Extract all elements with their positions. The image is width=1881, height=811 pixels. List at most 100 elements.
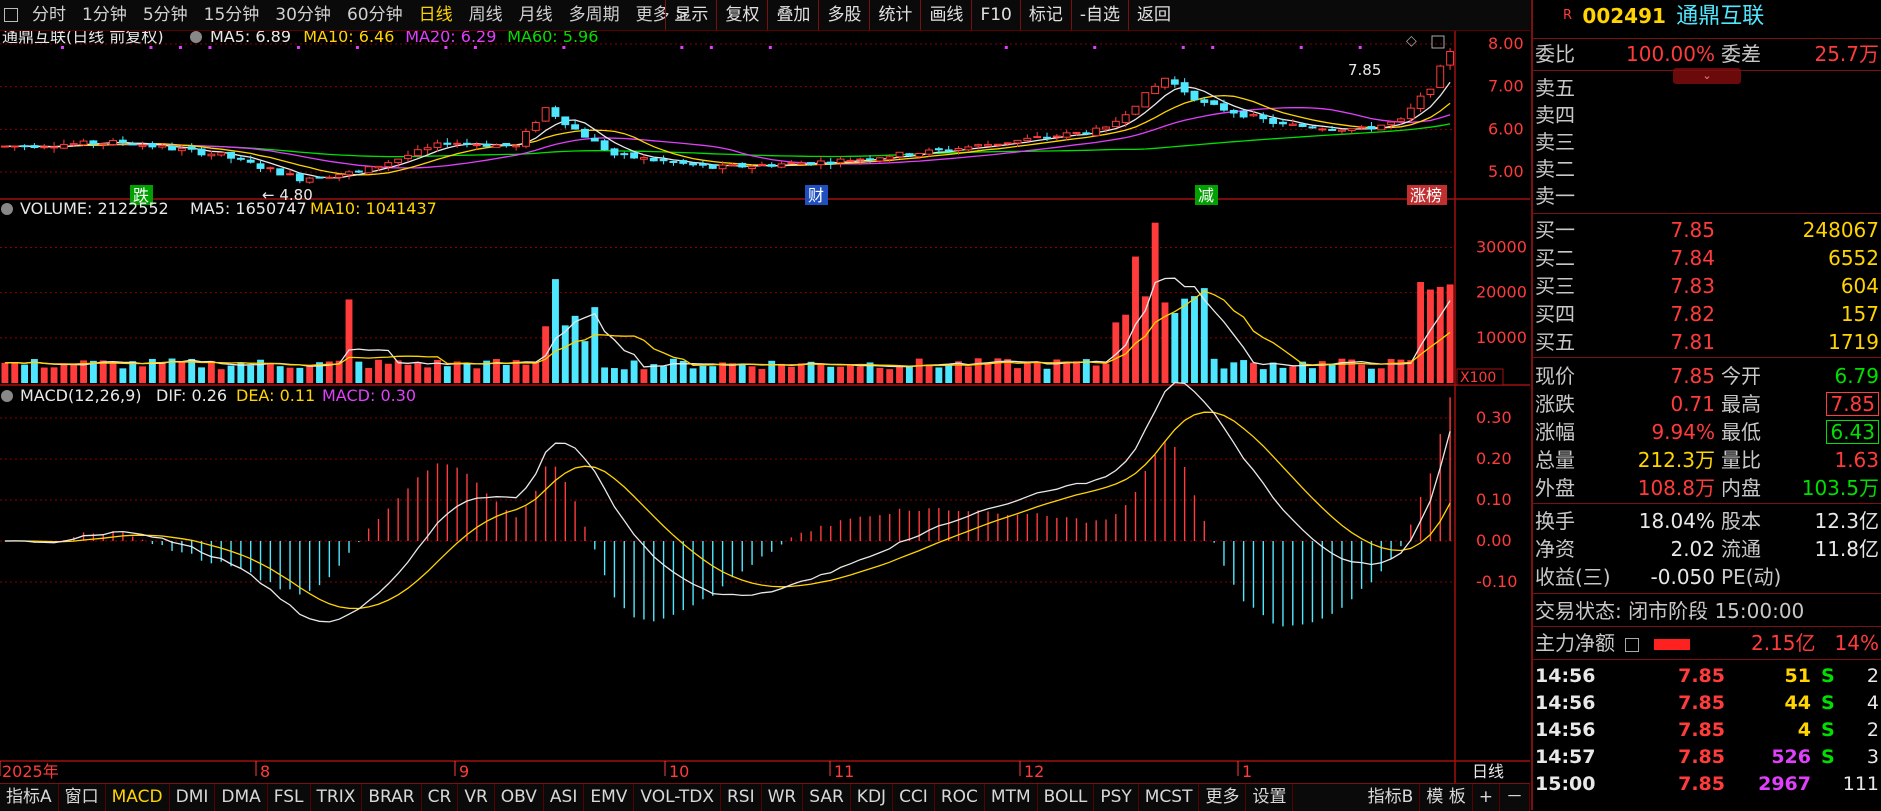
period-tab[interactable]: 30分钟 — [267, 0, 339, 30]
indicator-tab[interactable]: MTM — [985, 784, 1038, 811]
ma-label: MA60: 5.96 — [507, 31, 598, 46]
period-tab[interactable]: 多周期 — [561, 0, 628, 30]
weicha-value: 25.7万 — [1814, 42, 1879, 66]
indicator-tab[interactable]: BRAR — [362, 784, 422, 811]
sell-order-row: 卖一 — [1535, 182, 1881, 210]
candle — [1023, 137, 1032, 142]
indicator-tab[interactable]: 更多 — [1199, 784, 1247, 811]
indicator-b-tab[interactable]: 指标B — [1362, 784, 1421, 811]
candle — [1436, 65, 1445, 89]
tick-time: 14:56 — [1535, 665, 1596, 687]
volume-title: VOLUME: 2122552 — [20, 199, 169, 218]
candle — [128, 143, 137, 146]
stat-row-secondary: 收益(三) -0.050 PE(动) — [1535, 563, 1881, 591]
indicator-tab[interactable]: TRIX — [311, 784, 363, 811]
period-tab[interactable]: 周线 — [461, 0, 511, 30]
volume-bar — [1132, 256, 1139, 383]
indicator-tab[interactable]: DMA — [215, 784, 268, 811]
time-axis-label: 10 — [669, 762, 689, 781]
toolbar-button[interactable]: 标记 — [1019, 0, 1071, 30]
candle — [1092, 127, 1101, 137]
indicator-tab[interactable]: VR — [458, 784, 495, 811]
candle — [246, 159, 255, 163]
toolbar-button[interactable]: F10 — [971, 0, 1019, 30]
price-axis-label: 5.00 — [1488, 162, 1524, 181]
settings-icon[interactable] — [190, 31, 202, 43]
candle — [177, 147, 186, 152]
indicator-tab[interactable]: FSL — [268, 784, 311, 811]
stock-header: R 002491 通鼎互联 — [1535, 2, 1881, 32]
toolbar-button[interactable]: 复权 — [716, 0, 767, 30]
period-tab[interactable]: 5分钟 — [135, 0, 196, 30]
toolbar-button[interactable]: 统计 — [869, 0, 920, 30]
candle — [1003, 142, 1012, 145]
settings-icon[interactable] — [1, 203, 13, 215]
indicator-tab[interactable]: SAR — [803, 784, 851, 811]
toolbar-button[interactable]: -自选 — [1070, 0, 1128, 30]
period-tab[interactable]: 15分钟 — [196, 0, 268, 30]
indicator-b-tab[interactable]: + — [1473, 784, 1500, 811]
macd-value-label: MACD: 0.30 — [322, 386, 416, 405]
candle — [10, 145, 19, 148]
window-icon[interactable] — [4, 8, 18, 22]
indicator-tab[interactable]: 设置 — [1246, 784, 1294, 811]
period-tab[interactable]: 日线 — [411, 0, 461, 30]
toolbar-button[interactable]: 返回 — [1128, 0, 1179, 30]
candle — [836, 158, 845, 164]
indicator-tab[interactable]: VOL-TDX — [634, 784, 721, 811]
indicator-tab[interactable]: 指标A — [0, 784, 59, 811]
volume-bar — [1328, 363, 1336, 383]
macd-dea-label: DEA: 0.11 — [236, 386, 315, 405]
tick-time: 14:56 — [1535, 692, 1596, 714]
indicator-tab[interactable]: BOLL — [1038, 784, 1095, 811]
stat-label: 涨跌 — [1535, 392, 1575, 416]
period-tab[interactable]: 60分钟 — [339, 0, 411, 30]
indicator-tab[interactable]: PSY — [1094, 784, 1139, 811]
stat-value: 212.3万 — [1637, 448, 1715, 472]
candle — [1347, 128, 1356, 132]
period-tab[interactable]: 1分钟 — [74, 0, 135, 30]
toolbar-button[interactable]: 画线 — [920, 0, 971, 30]
volume-bar — [129, 361, 137, 383]
kline-chart-area[interactable]: 8.00 7.00 6.00 5.00 通鼎互联(日线 前复权) MA5: 6.89 MA1… — [0, 31, 1530, 783]
indicator-tab[interactable]: ROC — [935, 784, 985, 811]
indicator-b-tab[interactable]: 模 板 — [1420, 784, 1473, 811]
indicator-tab[interactable]: CR — [422, 784, 459, 811]
sell-order-row: 卖五 — [1535, 74, 1881, 102]
maximize-icon[interactable] — [1431, 35, 1445, 49]
indicator-tab[interactable]: EMV — [584, 784, 635, 811]
settings-icon[interactable] — [1, 390, 13, 402]
period-tab[interactable]: 月线 — [511, 0, 561, 30]
candle — [1229, 109, 1238, 114]
toolbar-button[interactable]: 显示 — [665, 0, 716, 30]
volume-bar — [1063, 361, 1071, 383]
ma10-line — [4, 94, 1451, 176]
list-icon[interactable] — [1625, 637, 1640, 652]
indicator-tab[interactable]: OBV — [495, 784, 544, 811]
toolbar-button[interactable]: 多股 — [818, 0, 869, 30]
indicator-tab[interactable]: DMI — [170, 784, 216, 811]
candle — [413, 149, 422, 157]
volume-bar — [1358, 364, 1366, 383]
indicator-tab[interactable]: CCI — [893, 784, 935, 811]
period-tab[interactable]: 分时 — [24, 0, 74, 30]
time-axis-label: 12 — [1024, 762, 1044, 781]
indicator-b-tab[interactable]: － — [1500, 784, 1530, 811]
volume-bar — [198, 367, 205, 383]
indicator-tab[interactable]: KDJ — [851, 784, 894, 811]
stat-label: 总量 — [1535, 448, 1575, 472]
candle — [335, 174, 344, 178]
time-axis-label: 1 — [1242, 762, 1252, 781]
indicator-tab[interactable]: WR — [762, 784, 804, 811]
diamond-icon[interactable]: ◇ — [1406, 33, 1417, 49]
tick-side: S — [1821, 665, 1835, 687]
indicator-tab[interactable]: RSI — [721, 784, 762, 811]
stat-value-2: 103.5万 — [1801, 476, 1879, 500]
indicator-tab[interactable]: 窗口 — [59, 784, 106, 811]
indicator-tab[interactable]: MCST — [1139, 784, 1200, 811]
toolbar-button[interactable]: 叠加 — [767, 0, 818, 30]
volume-bar — [384, 363, 392, 383]
candle — [1082, 132, 1091, 135]
indicator-tab[interactable]: ASI — [544, 784, 585, 811]
indicator-tab[interactable]: MACD — [106, 784, 170, 811]
